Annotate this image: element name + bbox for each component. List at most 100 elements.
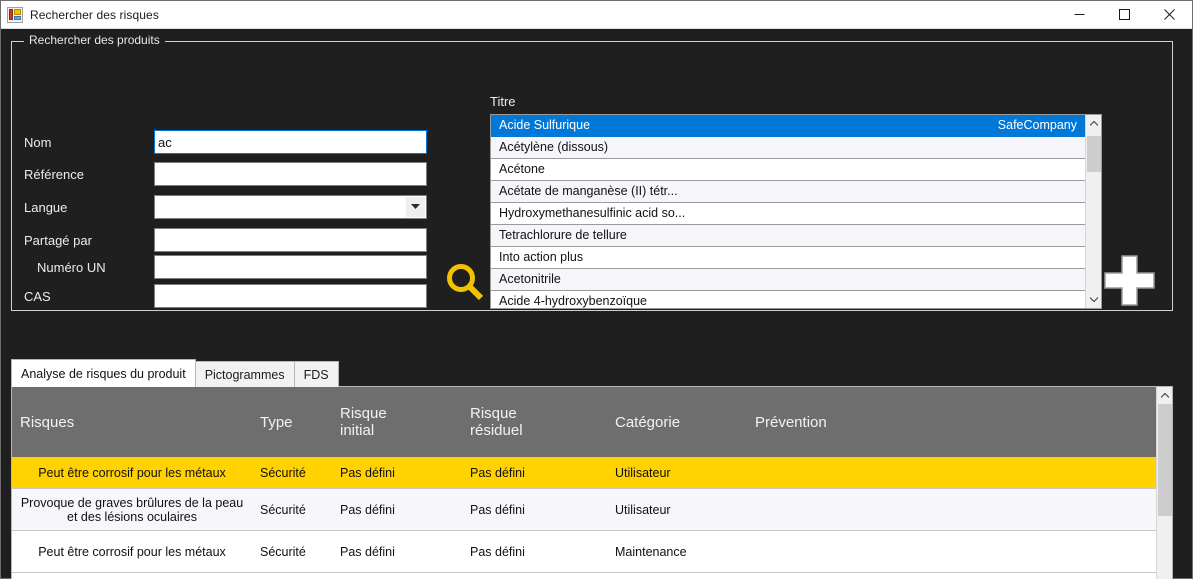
list-item[interactable]: Hydroxymethanesulfinic acid so...: [491, 203, 1085, 225]
results-list-items: Acide Sulfurique SafeCompany Acétylène (…: [491, 115, 1085, 308]
tab-strip: Analyse de risques du produit Pictogramm…: [11, 359, 1173, 387]
search-input-reference[interactable]: [154, 162, 427, 186]
tab-fds[interactable]: FDS: [293, 361, 339, 387]
list-item-title: Acide 4-hydroxybenzoïque: [499, 294, 648, 308]
risk-table-scroll-thumb[interactable]: [1157, 404, 1172, 516]
column-header-type[interactable]: Type: [252, 414, 332, 431]
table-row[interactable]: Peut être corrosif pour les métaux Sécur…: [12, 531, 1156, 573]
risk-table-scroll-track[interactable]: [1157, 404, 1173, 576]
list-item-title: Acétate de manganèse (II) tétr...: [499, 184, 678, 198]
close-button[interactable]: [1147, 1, 1192, 29]
column-header-line-2: initial: [340, 422, 375, 439]
list-item-title: Acétone: [499, 162, 545, 176]
tab-label: Analyse de risques du produit: [21, 366, 186, 381]
list-item[interactable]: Acétylène (dissous): [491, 137, 1085, 159]
cell-risque-initial: Pas défini: [340, 544, 395, 559]
window-content: Rechercher des produits Nom Référence La…: [1, 29, 1192, 579]
search-select-langue[interactable]: [154, 195, 427, 219]
window-title: Rechercher des risques: [30, 7, 159, 22]
column-header-risque-initial[interactable]: Risque initial: [332, 405, 462, 440]
table-row[interactable]: Provoque de graves brûlures de la peau e…: [12, 489, 1156, 531]
column-header-prevention[interactable]: Prévention: [747, 414, 1156, 431]
field-row-langue: Langue: [24, 195, 427, 219]
cell-risque-residuel: Pas défini: [470, 465, 525, 480]
list-item-title: Hydroxymethanesulfinic acid so...: [499, 206, 686, 220]
label-langue: Langue: [24, 199, 68, 215]
cell-categorie: Utilisateur: [615, 502, 671, 517]
cell-risque-residuel: Pas défini: [470, 544, 525, 559]
cell-categorie: Maintenance: [615, 544, 687, 559]
list-item-company: SafeCompany: [997, 118, 1077, 132]
column-header-risque-residuel[interactable]: Risque résiduel: [462, 405, 607, 440]
title-bar: Rechercher des risques: [1, 1, 1192, 29]
results-scroll-track[interactable]: [1086, 132, 1102, 291]
list-item-title: Acide Sulfurique: [499, 118, 591, 132]
cell-risque-initial: Pas défini: [340, 502, 395, 517]
chevron-down-icon[interactable]: [406, 197, 425, 217]
column-header-line-1: Risque: [470, 404, 517, 422]
scroll-down-icon[interactable]: [1086, 291, 1102, 308]
cell-categorie: Utilisateur: [615, 465, 671, 480]
column-header-line-1: Risque: [340, 404, 387, 422]
cell-risques: Peut être corrosif pour les métaux: [38, 544, 226, 559]
window-controls: [1057, 1, 1192, 29]
label-nom: Nom: [24, 134, 52, 150]
groupbox-legend: Rechercher des produits: [24, 33, 165, 47]
list-item[interactable]: Acetonitrile: [491, 269, 1085, 291]
cell-type: Sécurité: [260, 544, 306, 559]
field-row-partage-par: Partagé par: [24, 228, 427, 252]
list-item-title: Acetonitrile: [499, 272, 561, 286]
tab-pictogrammes[interactable]: Pictogrammes: [194, 361, 295, 387]
list-item[interactable]: Acétate de manganèse (II) tétr...: [491, 181, 1085, 203]
search-icon[interactable]: [444, 261, 486, 303]
search-input-partage-par[interactable]: [154, 228, 427, 252]
label-partage-par: Partagé par: [24, 232, 92, 248]
search-input-cas[interactable]: [154, 284, 427, 308]
plus-icon[interactable]: [1103, 254, 1156, 307]
tab-content-analyse-de-risques: Risques Type Risque initial Risque résid…: [11, 386, 1173, 579]
field-row-numero-un: Numéro UN: [24, 255, 427, 279]
maximize-button[interactable]: [1102, 1, 1147, 29]
field-row-nom: Nom: [24, 130, 427, 154]
application-window: Rechercher des risques Rechercher des pr…: [0, 0, 1193, 579]
cell-type: Sécurité: [260, 465, 306, 480]
search-input-nom[interactable]: [154, 130, 427, 154]
tab-label: FDS: [303, 367, 329, 382]
results-listbox[interactable]: Acide Sulfurique SafeCompany Acétylène (…: [490, 114, 1102, 309]
list-item-title: Tetrachlorure de tellure: [499, 228, 627, 242]
risk-table-scrollbar[interactable]: [1156, 387, 1172, 579]
risk-table: Risques Type Risque initial Risque résid…: [12, 387, 1156, 579]
cell-risque-initial: Pas défini: [340, 465, 395, 480]
label-cas: CAS: [24, 288, 51, 304]
field-row-reference: Référence: [24, 162, 427, 186]
table-row[interactable]: Peut être corrosif pour les métaux Sécur…: [12, 457, 1156, 489]
results-column-header: Titre: [490, 94, 516, 109]
tab-panel: Analyse de risques du produit Pictogramm…: [11, 359, 1173, 579]
cell-risque-residuel: Pas défini: [470, 502, 525, 517]
search-input-numero-un[interactable]: [154, 255, 427, 279]
list-item[interactable]: Acide 4-hydroxybenzoïque: [491, 291, 1085, 308]
list-item[interactable]: Acide Sulfurique SafeCompany: [491, 115, 1085, 137]
list-item[interactable]: Acétone: [491, 159, 1085, 181]
column-header-categorie[interactable]: Catégorie: [607, 414, 747, 431]
label-numero-un: Numéro UN: [37, 259, 106, 275]
cell-risques: Peut être corrosif pour les métaux: [38, 465, 226, 480]
results-scrollbar[interactable]: [1085, 115, 1101, 308]
field-row-cas: CAS: [24, 284, 427, 308]
list-item-title: Into action plus: [499, 250, 584, 264]
label-reference: Référence: [24, 166, 84, 182]
scroll-up-icon[interactable]: [1086, 115, 1102, 132]
list-item[interactable]: Tetrachlorure de tellure: [491, 225, 1085, 247]
tab-analyse-de-risques-du-produit[interactable]: Analyse de risques du produit: [11, 359, 196, 387]
column-header-risques[interactable]: Risques: [12, 414, 252, 431]
tab-label: Pictogrammes: [204, 367, 285, 382]
table-header-row: Risques Type Risque initial Risque résid…: [12, 387, 1156, 457]
minimize-button[interactable]: [1057, 1, 1102, 29]
scroll-up-icon[interactable]: [1157, 387, 1173, 404]
cell-type: Sécurité: [260, 502, 306, 517]
results-scroll-thumb[interactable]: [1086, 136, 1101, 172]
list-item[interactable]: Into action plus: [491, 247, 1085, 269]
app-window-icon: [7, 6, 23, 23]
cell-risques: Provoque de graves brûlures de la peau e…: [20, 495, 244, 524]
column-header-line-2: résiduel: [470, 422, 523, 439]
